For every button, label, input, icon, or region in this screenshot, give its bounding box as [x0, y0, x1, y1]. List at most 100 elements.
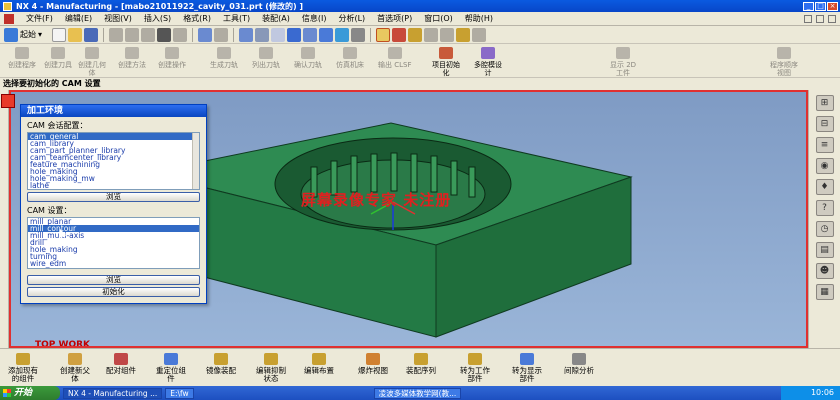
operation-navigator-icon[interactable] [1, 94, 15, 108]
paste-icon[interactable] [141, 27, 156, 42]
create-tool-button[interactable]: 创建刀具 [44, 47, 72, 69]
create-program-button[interactable]: 创建程序 [8, 47, 36, 69]
menu-edit[interactable]: 编辑(E) [59, 13, 98, 24]
pan-icon[interactable] [303, 27, 318, 42]
list-item[interactable]: wire_edm [28, 260, 199, 268]
menu-file[interactable]: 文件(F) [20, 13, 59, 24]
assembly-navigator-icon[interactable]: ⊞ [815, 95, 834, 111]
zoom-icon[interactable] [271, 27, 286, 42]
reposition-component-button[interactable]: 重定位组 件 [156, 353, 186, 383]
start-button[interactable]: 开始 [0, 386, 60, 400]
taskbar-item-teaching-net[interactable]: 凌波多媒体教学网(教... [373, 387, 462, 399]
undo-icon[interactable] [173, 27, 188, 42]
select-icon[interactable] [198, 27, 213, 42]
orient-view-icon[interactable] [319, 27, 334, 42]
doc-minimize-icon[interactable] [804, 14, 812, 23]
create-geometry-button[interactable]: 创建几何 体 [78, 47, 106, 77]
taskbar-item-nx[interactable]: NX 4 - Manufacturing ... [63, 387, 163, 399]
menu-tools[interactable]: 工具(T) [217, 13, 256, 24]
filter-icon[interactable] [214, 27, 229, 42]
history-icon[interactable]: ◷ [815, 221, 834, 237]
show-2d-workpiece-button[interactable]: 显示 2D 工件 [610, 47, 636, 77]
program-order-view-button[interactable]: 程序顺序 视图 [770, 47, 798, 77]
reposition-label: 重定位组 件 [156, 366, 186, 383]
wcs-icon[interactable] [376, 27, 391, 42]
fit-view-icon[interactable] [239, 27, 254, 42]
system-materials-icon[interactable]: ▦ [815, 284, 834, 300]
mate-component-icon [114, 353, 128, 365]
snap-icon[interactable] [392, 27, 407, 42]
save-icon[interactable] [84, 27, 99, 42]
help-icon[interactable]: ? [815, 200, 834, 216]
render-style-icon[interactable] [351, 27, 366, 42]
taskbar-item-folder[interactable]: E:\fw [165, 387, 194, 399]
shaded-view-icon[interactable] [335, 27, 350, 42]
make-displayed-part-button[interactable]: 转为显示 部件 [512, 353, 542, 383]
add-existing-component-button[interactable]: 添加现有 的组件 [8, 353, 38, 383]
measure-icon[interactable] [424, 27, 439, 42]
list-item[interactable]: hole_making_mw [28, 175, 199, 183]
operation-navigator-tab-icon[interactable]: ≡ [815, 137, 834, 153]
open-folder-icon[interactable] [68, 27, 83, 42]
create-operation-button[interactable]: 创建操作 [158, 47, 186, 69]
make-work-part-button[interactable]: 转为工作 部件 [460, 353, 490, 383]
start-menu-button[interactable]: 起始 ▾ [4, 27, 50, 42]
simulate-machine-button[interactable]: 仿真机床 [336, 47, 364, 69]
multi-cavity-design-button[interactable]: 多腔模设 计 [474, 47, 502, 77]
project-initialize-button[interactable]: 项目初始 化 [432, 47, 460, 77]
edit-object-icon[interactable] [456, 27, 471, 42]
edit-suppression-button[interactable]: 编辑抑制 状态 [256, 353, 286, 383]
web-browser-icon[interactable]: ◉ [815, 158, 834, 174]
new-file-icon[interactable] [52, 27, 67, 42]
create-method-button[interactable]: 创建方法 [118, 47, 146, 69]
edit-arrangement-button[interactable]: 编辑布置 [304, 353, 334, 375]
analysis-icon[interactable] [440, 27, 455, 42]
output-clsf-button[interactable]: 输出 CLSF [378, 47, 411, 69]
browse-session-button[interactable]: 浏览 [27, 192, 200, 202]
menu-window[interactable]: 窗口(O) [418, 13, 459, 24]
palette-icon[interactable]: ▤ [815, 242, 834, 258]
zoom-window-icon[interactable] [255, 27, 270, 42]
mate-component-button[interactable]: 配对组件 [106, 353, 136, 375]
doc-restore-icon[interactable] [816, 14, 824, 23]
copy-icon[interactable] [125, 27, 140, 42]
roles-icon[interactable]: ☻ [815, 263, 834, 279]
menu-information[interactable]: 信息(I) [296, 13, 333, 24]
part-navigator-icon[interactable]: ⊟ [815, 116, 834, 132]
assembly-sequence-button[interactable]: 装配序列 [406, 353, 436, 375]
menu-insert[interactable]: 插入(S) [138, 13, 177, 24]
session-config-list[interactable]: cam_general cam_library cam_part_planner… [27, 132, 200, 190]
initialize-button[interactable]: 初始化 [27, 287, 200, 297]
create-parent-label: 创建新父 体 [60, 366, 90, 383]
menu-format[interactable]: 格式(R) [177, 13, 217, 24]
exploded-view-button[interactable]: 爆炸视图 [358, 353, 388, 375]
more-tools-icon[interactable] [472, 27, 487, 42]
doc-close-icon[interactable] [828, 14, 836, 23]
cam-setup-list[interactable]: mill_planar mill_contour mill_multi-axis… [27, 217, 200, 269]
mate-component-label: 配对组件 [106, 366, 136, 375]
menu-assemblies[interactable]: 装配(A) [256, 13, 296, 24]
minimize-button[interactable]: _ [803, 1, 814, 11]
browse-setup-button[interactable]: 浏览 [27, 275, 200, 285]
close-button[interactable]: × [827, 1, 838, 11]
list-item[interactable]: mill_multi-axis [28, 232, 199, 240]
verify-toolpath-button[interactable]: 确认刀轨 [294, 47, 322, 69]
mirror-assembly-button[interactable]: 镜像装配 [206, 353, 236, 375]
menu-help[interactable]: 帮助(H) [459, 13, 499, 24]
list-item[interactable]: lathe [28, 182, 199, 189]
menu-view[interactable]: 视图(V) [98, 13, 138, 24]
delete-icon[interactable] [157, 27, 172, 42]
clearance-analysis-button[interactable]: 间隙分析 [564, 353, 594, 375]
cut-icon[interactable] [109, 27, 124, 42]
maximize-button[interactable]: □ [815, 1, 826, 11]
create-new-parent-button[interactable]: 创建新父 体 [60, 353, 90, 383]
list-toolpath-button[interactable]: 列出刀轨 [252, 47, 280, 69]
session-list-scrollbar[interactable] [192, 133, 199, 189]
layer-icon[interactable] [408, 27, 423, 42]
training-icon[interactable]: ♦ [815, 179, 834, 195]
rotate-icon[interactable] [287, 27, 302, 42]
generate-toolpath-button[interactable]: 生成刀轨 [210, 47, 238, 69]
menu-analysis[interactable]: 分析(L) [332, 13, 371, 24]
show-2d-workpiece-icon [616, 47, 631, 59]
menu-preferences[interactable]: 首选项(P) [371, 13, 418, 24]
